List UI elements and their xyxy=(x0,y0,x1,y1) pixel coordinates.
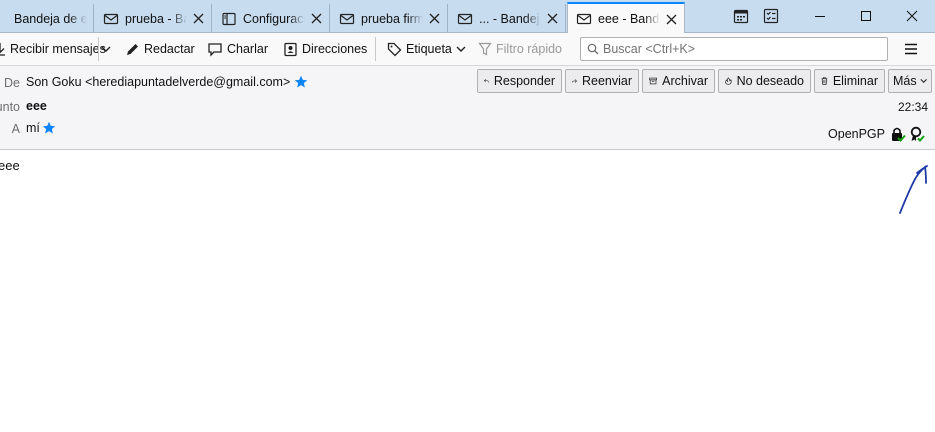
search-box[interactable] xyxy=(580,37,888,61)
tab-inbox[interactable]: Bandeja de entrada xyxy=(0,4,94,33)
address-book-button[interactable]: Direcciones xyxy=(283,37,367,61)
mail-icon xyxy=(103,11,119,27)
tab-label: Bandeja de entrada xyxy=(14,11,87,26)
mail-icon xyxy=(457,11,473,27)
close-icon[interactable] xyxy=(191,12,205,26)
app-menu-button[interactable] xyxy=(902,37,924,61)
signature-verified-icon[interactable] xyxy=(909,126,925,142)
to-label: A xyxy=(11,122,20,136)
reply-label: Responder xyxy=(493,74,555,88)
settings-page-icon xyxy=(221,11,237,27)
more-button[interactable]: Más xyxy=(888,69,932,93)
from-field[interactable]: Son Goku <herediapuntadelverde@gmail.com… xyxy=(26,75,308,89)
junk-label: No deseado xyxy=(736,74,804,88)
chevron-down-icon xyxy=(456,46,466,52)
flame-icon xyxy=(725,77,732,85)
tag-icon xyxy=(387,42,402,56)
quick-filter-label: Filtro rápido xyxy=(496,42,562,56)
reply-icon xyxy=(484,78,489,83)
get-messages-button[interactable]: Recibir mensajes xyxy=(0,37,106,61)
download-icon xyxy=(0,43,5,56)
chat-bubble-icon xyxy=(208,42,222,57)
security-status[interactable]: OpenPGP xyxy=(828,126,925,142)
tab-settings[interactable]: Configuración xyxy=(213,4,330,33)
search-icon xyxy=(587,43,599,55)
address-book-icon xyxy=(284,42,297,56)
get-messages-dropdown[interactable] xyxy=(100,37,116,61)
get-messages-label: Recibir mensajes xyxy=(10,42,106,56)
archive-button[interactable]: Archivar xyxy=(642,69,715,93)
quick-filter-button[interactable]: Filtro rápido xyxy=(478,37,562,61)
archive-label: Archivar xyxy=(662,74,708,88)
chat-label: Charlar xyxy=(227,42,268,56)
encrypted-lock-icon[interactable] xyxy=(890,126,906,142)
reply-button[interactable]: Responder xyxy=(477,69,562,93)
to-value[interactable]: mí xyxy=(26,121,40,135)
message-time: 22:34 xyxy=(897,100,928,114)
delete-label: Eliminar xyxy=(832,74,878,88)
mail-icon xyxy=(339,11,355,27)
chevron-down-icon xyxy=(101,46,111,52)
tab-label: ... - Bandeja xyxy=(479,11,541,26)
divider xyxy=(375,37,376,61)
search-input[interactable] xyxy=(603,42,883,56)
hamburger-menu-icon xyxy=(905,43,917,55)
message-header: De Son Goku <herediapuntadelverde@gmail.… xyxy=(0,66,935,150)
subject-value: eee xyxy=(26,99,47,113)
pencil-icon xyxy=(127,43,138,55)
from-label: De xyxy=(4,76,20,90)
more-label: Más xyxy=(893,74,917,88)
star-icon[interactable] xyxy=(294,75,308,89)
message-body: eee xyxy=(0,151,935,432)
close-icon[interactable] xyxy=(427,12,441,26)
tab-label: eee - Bandeja xyxy=(598,12,660,26)
to-field[interactable]: mí xyxy=(26,121,56,135)
tab-signed-test[interactable]: prueba firmada xyxy=(331,4,448,33)
tab-strip: Bandeja de entrada prueba - Bandeja Conf… xyxy=(0,0,935,34)
forward-button[interactable]: Reenviar xyxy=(565,69,639,93)
close-icon[interactable] xyxy=(309,12,323,26)
junk-button[interactable]: No deseado xyxy=(718,69,811,93)
hand-drawn-arrow-annotation xyxy=(899,165,928,214)
tab-eee-active[interactable]: eee - Bandeja xyxy=(567,2,685,34)
tag-label: Etiqueta xyxy=(406,42,452,56)
tab-message[interactable]: ... - Bandeja xyxy=(449,4,566,33)
tab-label: Configuración xyxy=(243,11,305,26)
from-value[interactable]: Son Goku <herediapuntadelverde@gmail.com… xyxy=(26,75,290,89)
openpgp-label: OpenPGP xyxy=(828,127,885,141)
archive-icon xyxy=(649,77,657,85)
minimize-icon[interactable] xyxy=(797,0,843,32)
filter-icon xyxy=(478,42,492,56)
compose-button[interactable]: Redactar xyxy=(125,37,195,61)
tasks-icon[interactable] xyxy=(748,0,794,32)
forward-label: Reenviar xyxy=(581,74,632,88)
forward-icon xyxy=(572,79,577,83)
subject-label: Asunto xyxy=(0,100,20,114)
trash-icon xyxy=(821,77,828,85)
maximize-icon[interactable] xyxy=(843,0,889,32)
mail-icon xyxy=(576,11,592,27)
message-body-text: eee xyxy=(0,158,20,173)
close-icon[interactable] xyxy=(664,12,678,26)
chat-button[interactable]: Charlar xyxy=(207,37,268,61)
tag-button[interactable]: Etiqueta xyxy=(387,37,470,61)
tab-label: prueba firmada xyxy=(361,11,423,26)
close-window-icon[interactable] xyxy=(889,0,935,32)
tab-prueba[interactable]: prueba - Bandeja xyxy=(95,4,212,33)
address-book-label: Direcciones xyxy=(302,42,368,56)
main-toolbar: Recibir mensajes Redactar Charlar Direcc… xyxy=(0,33,935,66)
close-icon[interactable] xyxy=(545,12,559,26)
chevron-down-icon xyxy=(920,78,927,83)
tab-label: prueba - Bandeja xyxy=(125,11,187,26)
star-icon[interactable] xyxy=(42,121,56,135)
compose-label: Redactar xyxy=(144,42,195,56)
delete-button[interactable]: Eliminar xyxy=(814,69,885,93)
divider xyxy=(98,37,99,61)
